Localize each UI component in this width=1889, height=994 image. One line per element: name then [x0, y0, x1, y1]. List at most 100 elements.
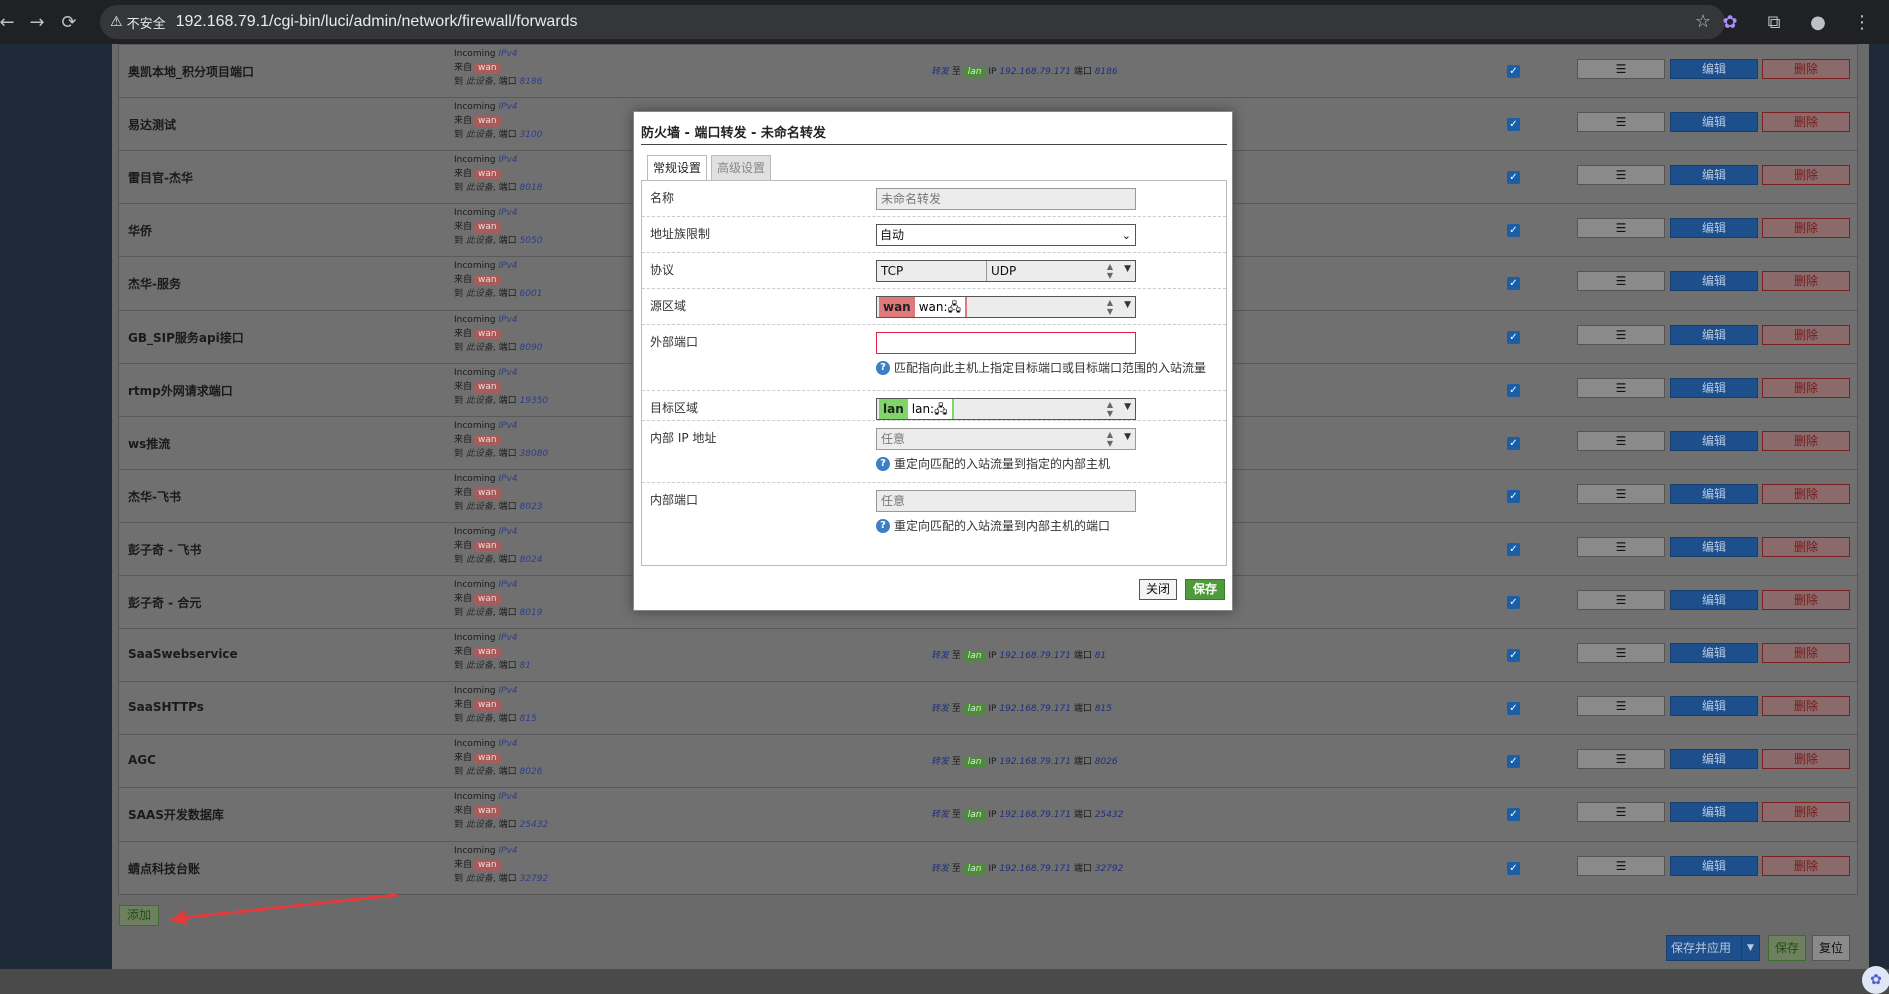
sort-handle-button[interactable]: ☰: [1577, 431, 1665, 451]
bookmark-star-icon[interactable]: ☆: [1695, 11, 1711, 32]
edit-button[interactable]: 编辑: [1670, 749, 1758, 769]
sort-handle-button[interactable]: ☰: [1577, 218, 1665, 238]
enable-checkbox[interactable]: ✓: [1507, 224, 1520, 237]
edit-button[interactable]: 编辑: [1670, 271, 1758, 291]
sort-handle-button[interactable]: ☰: [1577, 696, 1665, 716]
sort-handle-button[interactable]: ☰: [1577, 271, 1665, 291]
edit-button[interactable]: 编辑: [1670, 218, 1758, 238]
enable-checkbox[interactable]: ✓: [1507, 277, 1520, 290]
delete-button[interactable]: 删除: [1762, 696, 1850, 716]
src-zone-dropdown[interactable]: wan wan:🖧 ▲ ▼ ▼: [876, 296, 1136, 318]
delete-button[interactable]: 删除: [1762, 484, 1850, 504]
enable-checkbox[interactable]: ✓: [1507, 437, 1520, 450]
delete-button[interactable]: 删除: [1762, 59, 1850, 79]
enable-checkbox[interactable]: ✓: [1507, 490, 1520, 503]
edit-button[interactable]: 编辑: [1670, 643, 1758, 663]
enable-checkbox[interactable]: ✓: [1507, 862, 1520, 875]
sort-handle-button[interactable]: ☰: [1577, 643, 1665, 663]
enable-checkbox[interactable]: ✓: [1507, 543, 1520, 556]
enable-checkbox[interactable]: ✓: [1507, 65, 1520, 78]
enable-checkbox[interactable]: ✓: [1507, 755, 1520, 768]
menu-icon[interactable]: ⋮: [1849, 9, 1875, 35]
assistant-icon[interactable]: ✿: [1862, 966, 1889, 994]
delete-button[interactable]: 删除: [1762, 431, 1850, 451]
footer-save-button[interactable]: 保存: [1768, 935, 1806, 961]
match-cell: Incoming IPv4 来自 wan 到 此设备, 端口 8019: [454, 578, 542, 620]
ext-port-input[interactable]: [876, 332, 1136, 354]
save-and-apply-button[interactable]: 保存并应用 ▼: [1666, 935, 1760, 961]
save-button[interactable]: 保存: [1185, 579, 1225, 600]
profile-icon[interactable]: ●: [1805, 9, 1831, 35]
close-button[interactable]: 关闭: [1139, 579, 1177, 600]
add-button[interactable]: 添加: [119, 905, 159, 926]
extension-logo-icon[interactable]: ✿: [1717, 9, 1743, 35]
delete-button[interactable]: 删除: [1762, 218, 1850, 238]
back-icon[interactable]: ←: [0, 4, 15, 40]
delete-button[interactable]: 删除: [1762, 271, 1850, 291]
chevron-down-icon[interactable]: ▼: [1124, 264, 1131, 274]
sort-handle-button[interactable]: ☰: [1577, 165, 1665, 185]
security-indicator[interactable]: ⚠ 不安全: [110, 13, 166, 32]
edit-button[interactable]: 编辑: [1670, 484, 1758, 504]
sort-handle-button[interactable]: ☰: [1577, 325, 1665, 345]
internal-ip-dropdown[interactable]: 任意 ▲ ▼ ▼: [876, 428, 1136, 450]
sort-handle-button[interactable]: ☰: [1577, 856, 1665, 876]
delete-button[interactable]: 删除: [1762, 112, 1850, 132]
edit-button[interactable]: 编辑: [1670, 537, 1758, 557]
edit-button[interactable]: 编辑: [1670, 165, 1758, 185]
delete-button[interactable]: 删除: [1762, 325, 1850, 345]
enable-checkbox[interactable]: ✓: [1507, 649, 1520, 662]
enable-checkbox[interactable]: ✓: [1507, 808, 1520, 821]
edit-button[interactable]: 编辑: [1670, 696, 1758, 716]
enable-checkbox[interactable]: ✓: [1507, 384, 1520, 397]
name-input[interactable]: 未命名转发: [876, 188, 1136, 210]
chevron-down-icon[interactable]: ▼: [1124, 300, 1131, 310]
sort-handle-button[interactable]: ☰: [1577, 802, 1665, 822]
sort-handle-button[interactable]: ☰: [1577, 59, 1665, 79]
edit-button[interactable]: 编辑: [1670, 590, 1758, 610]
enable-checkbox[interactable]: ✓: [1507, 702, 1520, 715]
edit-button[interactable]: 编辑: [1670, 112, 1758, 132]
enable-checkbox[interactable]: ✓: [1507, 596, 1520, 609]
edit-button[interactable]: 编辑: [1670, 802, 1758, 822]
sort-handle-button[interactable]: ☰: [1577, 590, 1665, 610]
reload-icon[interactable]: ⟳: [56, 4, 82, 40]
chevron-down-icon[interactable]: ▼: [1124, 432, 1131, 442]
url-text[interactable]: 192.168.79.1/cgi-bin/luci/admin/network/…: [176, 13, 578, 31]
delete-button[interactable]: 删除: [1762, 749, 1850, 769]
sort-handle-button[interactable]: ☰: [1577, 112, 1665, 132]
delete-button[interactable]: 删除: [1762, 537, 1850, 557]
delete-button[interactable]: 删除: [1762, 165, 1850, 185]
tab-advanced[interactable]: 高级设置: [711, 155, 772, 180]
table-row: AGC Incoming IPv4 来自 wan 到 此设备, 端口 8026 转发 至 …: [119, 734, 1859, 787]
edit-button[interactable]: 编辑: [1670, 59, 1758, 79]
extensions-icon[interactable]: ⧉: [1761, 9, 1787, 35]
delete-button[interactable]: 删除: [1762, 590, 1850, 610]
table-row: 蜻点科技台账 Incoming IPv4 来自 wan 到 此设备, 端口 32792 转…: [119, 841, 1859, 894]
delete-button[interactable]: 删除: [1762, 378, 1850, 398]
forward-icon[interactable]: →: [24, 4, 50, 40]
dest-zone-dropdown[interactable]: lan lan:🖧 ▲ ▼ ▼: [876, 398, 1136, 420]
sort-handle-button[interactable]: ☰: [1577, 378, 1665, 398]
tab-general[interactable]: 常规设置: [647, 155, 708, 180]
edit-button[interactable]: 编辑: [1670, 431, 1758, 451]
protocol-dropdown[interactable]: TCP UDP ▲ ▼ ▼: [876, 260, 1136, 282]
delete-button[interactable]: 删除: [1762, 802, 1850, 822]
sort-handle-button[interactable]: ☰: [1577, 537, 1665, 557]
family-select[interactable]: 自动 ⌄: [876, 224, 1136, 246]
sort-handle-button[interactable]: ☰: [1577, 749, 1665, 769]
chevron-down-icon[interactable]: ▼: [1741, 936, 1759, 960]
enable-checkbox[interactable]: ✓: [1507, 331, 1520, 344]
enable-checkbox[interactable]: ✓: [1507, 171, 1520, 184]
chevron-down-icon[interactable]: ▼: [1124, 402, 1131, 412]
sort-handle-button[interactable]: ☰: [1577, 484, 1665, 504]
edit-button[interactable]: 编辑: [1670, 856, 1758, 876]
reset-button[interactable]: 复位: [1812, 935, 1850, 961]
enable-checkbox[interactable]: ✓: [1507, 118, 1520, 131]
delete-button[interactable]: 删除: [1762, 856, 1850, 876]
address-bar[interactable]: ⚠ 不安全 192.168.79.1/cgi-bin/luci/admin/ne…: [100, 5, 1725, 39]
internal-port-input[interactable]: 任意: [876, 490, 1136, 512]
delete-button[interactable]: 删除: [1762, 643, 1850, 663]
edit-button[interactable]: 编辑: [1670, 325, 1758, 345]
edit-button[interactable]: 编辑: [1670, 378, 1758, 398]
